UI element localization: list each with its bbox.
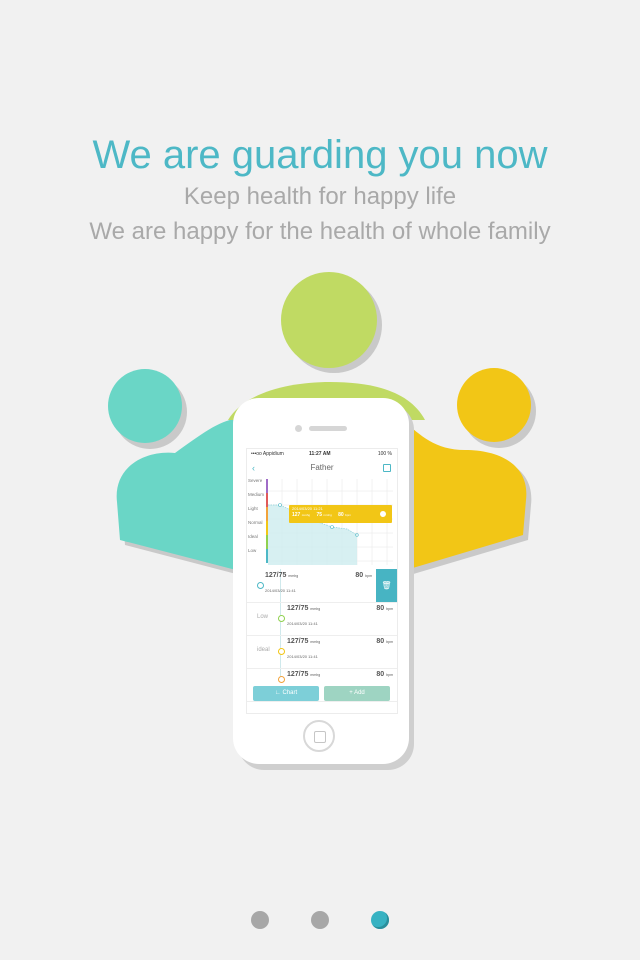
record-unit: mmhg xyxy=(310,673,321,677)
chart-button[interactable]: ∟ Chart xyxy=(253,686,319,701)
pager-dot-1[interactable] xyxy=(251,911,269,929)
record-date: 2014/03/20 11:41 xyxy=(287,621,318,626)
nav-title: Father xyxy=(310,463,334,472)
clock-label: 11:27 AM xyxy=(309,451,331,457)
record-value: 127/75 xyxy=(287,671,309,678)
carrier-label: •••oo Appidium xyxy=(251,451,284,457)
list-item[interactable]: Low 127/75 mmhg 80 bpm 2014/03/20 11:41 xyxy=(247,602,397,636)
level-light: Light xyxy=(248,506,258,511)
level-medium: Medium xyxy=(248,492,265,497)
timeline-dot xyxy=(278,615,285,622)
level-low: Low xyxy=(248,548,257,553)
blood-pressure-chart[interactable]: Severe Medium Light Normal Ideal Low 201… xyxy=(247,477,397,569)
status-bar: •••oo Appidium 11:27 AM 100 % xyxy=(247,449,397,459)
record-bpm: 80 xyxy=(376,671,385,678)
timeline-dot xyxy=(278,676,285,683)
share-icon[interactable] xyxy=(383,464,391,472)
pager-dot-2[interactable] xyxy=(311,911,329,929)
chart-graphic xyxy=(266,479,393,565)
delete-button[interactable]: 🗑 xyxy=(376,569,397,602)
pager-dot-3-active[interactable] xyxy=(371,911,389,929)
list-item[interactable]: ideal 127/75 mmhg 80 bpm 2014/03/20 11:41 xyxy=(247,635,397,669)
record-value: 127/75 xyxy=(287,638,309,645)
home-button[interactable] xyxy=(303,720,335,752)
level-ideal: Ideal xyxy=(248,534,258,539)
tooltip-pulse: 80 xyxy=(338,512,344,518)
phone-speaker xyxy=(309,426,347,431)
level-normal: Normal xyxy=(248,520,263,525)
record-unit: mmhg xyxy=(288,574,299,578)
record-value: 127/75 xyxy=(287,605,309,612)
record-list: 127/75 mmhg 80 bpm 2014/03/20 11:41 🗑 Low … xyxy=(247,569,397,702)
tooltip-unit-2: mmhg xyxy=(323,513,332,517)
battery-label: 100 % xyxy=(377,451,392,457)
record-tag: Low xyxy=(257,614,269,620)
record-bpm: 80 xyxy=(355,572,364,579)
record-value: 127/75 xyxy=(265,572,287,579)
record-bpm-unit: bpm xyxy=(386,607,393,611)
tooltip-unit: mmhg xyxy=(301,513,311,517)
level-severe: Severe xyxy=(248,478,263,483)
tooltip-systolic: 127 xyxy=(292,512,301,518)
add-button[interactable]: + Add xyxy=(324,686,390,701)
home-square-icon xyxy=(314,731,326,743)
nav-bar: ‹ Father xyxy=(247,459,397,477)
add-button-label: Add xyxy=(354,690,365,696)
phone-mockup: •••oo Appidium 11:27 AM 100 % ‹ Father S… xyxy=(233,398,409,764)
timeline-dot xyxy=(257,582,264,589)
record-bpm-unit: bpm xyxy=(386,673,393,677)
figure-yellow xyxy=(404,368,536,575)
chart-button-label: Chart xyxy=(282,690,298,696)
trash-icon: 🗑 xyxy=(381,581,392,590)
record-date: 2014/03/20 11:41 xyxy=(265,588,296,593)
figure-teal xyxy=(108,369,240,575)
tooltip-pulse-unit: bpm xyxy=(345,513,351,517)
back-icon[interactable]: ‹ xyxy=(252,459,255,477)
record-bpm-unit: bpm xyxy=(365,574,372,578)
phone-camera xyxy=(295,425,302,432)
record-bpm: 80 xyxy=(376,638,385,645)
record-tag: ideal xyxy=(257,647,270,653)
record-bpm-unit: bpm xyxy=(386,640,393,644)
list-item[interactable]: 127/75 mmhg 80 bpm 2014/03/20 11:41 🗑 xyxy=(247,569,397,603)
record-bpm: 80 xyxy=(376,605,385,612)
chart-tooltip: 2014/03/20 11:21 127 mmhg 75 mmhg 80 bpm xyxy=(292,506,351,518)
record-unit: mmhg xyxy=(310,607,321,611)
record-date: 2014/03/20 11:41 xyxy=(287,654,318,659)
timeline-dot xyxy=(278,648,285,655)
tooltip-diastolic: 75 xyxy=(316,512,323,518)
phone-screen: •••oo Appidium 11:27 AM 100 % ‹ Father S… xyxy=(246,448,398,714)
record-unit: mmhg xyxy=(310,640,321,644)
